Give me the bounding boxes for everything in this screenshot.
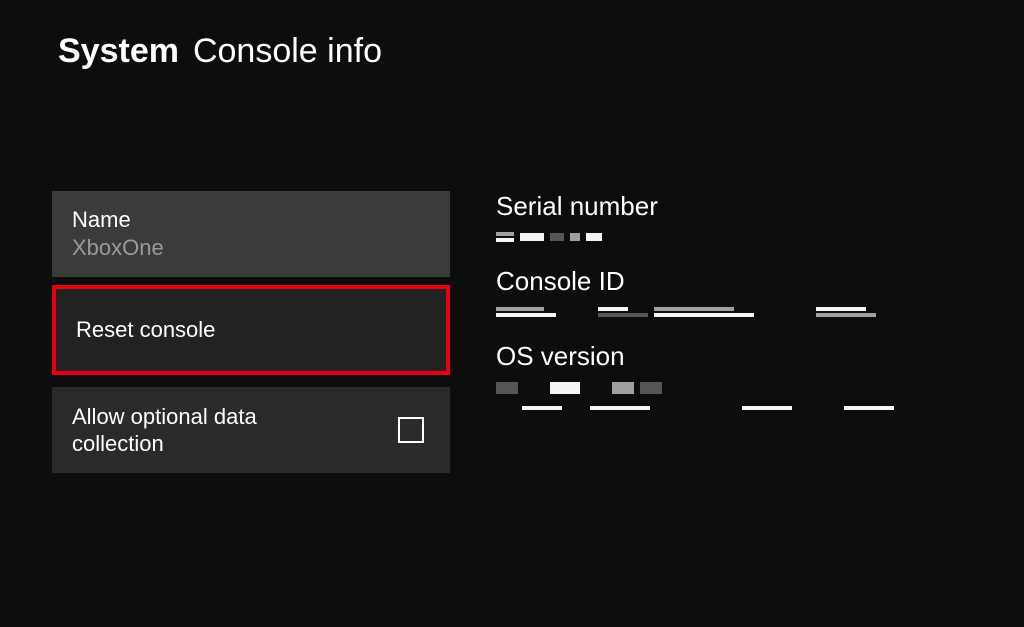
- console-id-label: Console ID: [496, 266, 894, 297]
- page-header: System Console info: [0, 0, 1024, 71]
- console-name-label: Name: [72, 207, 430, 233]
- serial-number-value-redacted: [496, 232, 894, 242]
- serial-number-label: Serial number: [496, 191, 894, 222]
- settings-list: Name XboxOne Reset console Allow optiona…: [52, 191, 450, 473]
- optional-data-checkbox[interactable]: [398, 417, 424, 443]
- content-area: Name XboxOne Reset console Allow optiona…: [0, 191, 1024, 473]
- serial-number-block: Serial number: [496, 191, 894, 242]
- optional-data-label: Allow optional data collection: [72, 403, 352, 458]
- info-panel: Serial number Console ID OS version: [496, 191, 894, 473]
- reset-console-label: Reset console: [76, 317, 215, 343]
- os-version-label: OS version: [496, 341, 894, 372]
- reset-console-tile[interactable]: Reset console: [52, 285, 450, 375]
- console-id-block: Console ID: [496, 266, 894, 317]
- optional-data-tile[interactable]: Allow optional data collection: [52, 387, 450, 473]
- console-id-value-redacted: [496, 307, 894, 317]
- console-name-tile[interactable]: Name XboxOne: [52, 191, 450, 277]
- os-version-value-redacted: [496, 382, 894, 410]
- header-title: Console info: [193, 32, 382, 71]
- os-version-block: OS version: [496, 341, 894, 410]
- header-category: System: [58, 32, 179, 71]
- console-name-value: XboxOne: [72, 235, 430, 261]
